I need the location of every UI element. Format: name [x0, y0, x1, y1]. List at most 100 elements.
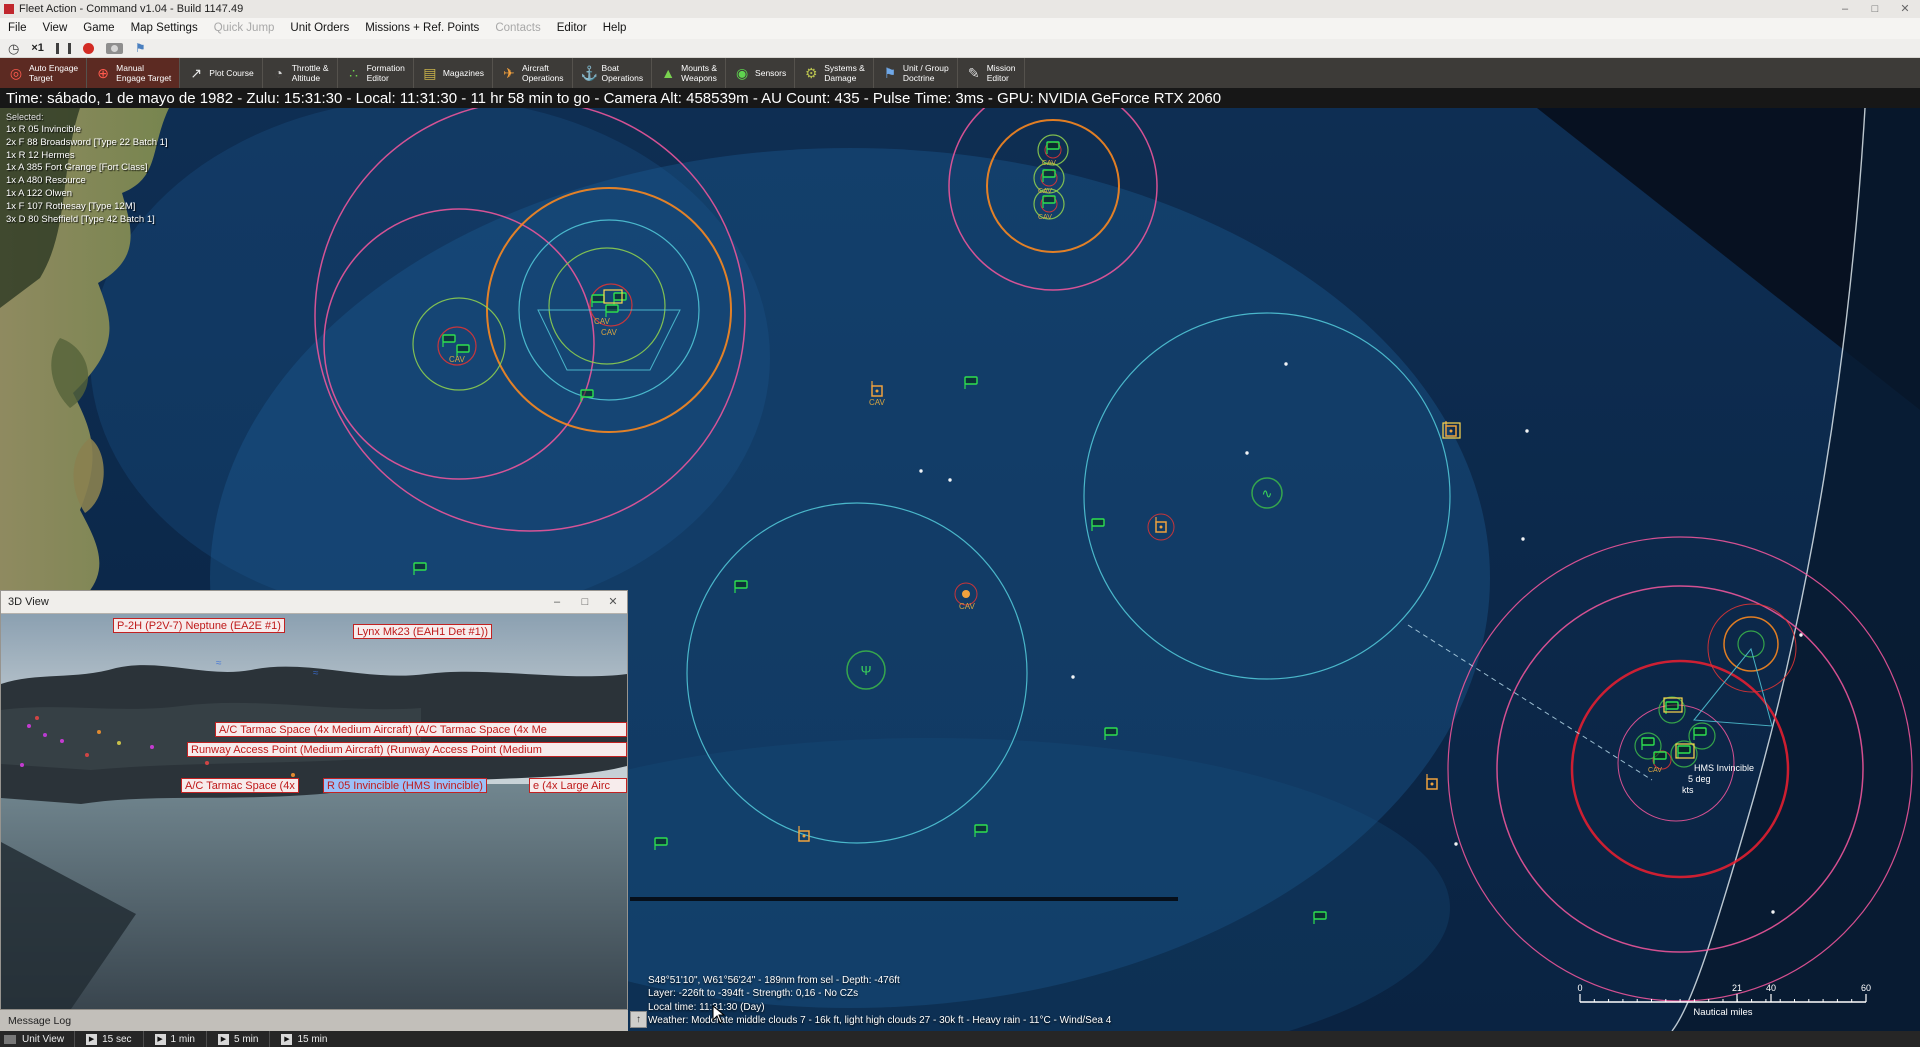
- 3d-view-titlebar[interactable]: 3D View – □ ✕: [1, 591, 627, 614]
- menu-file[interactable]: File: [0, 18, 35, 39]
- selected-item: 1x A 385 Fort Grange [Fort Class]: [6, 162, 168, 175]
- toolbar-mounts-weapons[interactable]: ▲Mounts &Weapons: [652, 58, 726, 88]
- air-contact-dot[interactable]: [1521, 537, 1524, 540]
- svg-text:≈: ≈: [313, 668, 319, 679]
- toolbar-label: FormationEditor: [367, 63, 405, 83]
- air-contact-dot[interactable]: [1799, 633, 1802, 636]
- time-step-15-sec[interactable]: ▶15 sec: [74, 1031, 142, 1047]
- magazines-icon: ▤: [422, 65, 438, 82]
- throttle-altitude-icon: ◔: [271, 65, 287, 81]
- 3d-maximize-button[interactable]: □: [571, 591, 599, 613]
- toolbar-auto-engage-target[interactable]: ◎Auto EngageTarget: [0, 58, 87, 88]
- view-mode-icon[interactable]: [4, 1035, 16, 1044]
- toolbar-label: MissionEditor: [987, 63, 1016, 83]
- time-step-label: 1 min: [171, 1034, 195, 1045]
- toolbar-mission-editor[interactable]: ✎MissionEditor: [958, 58, 1025, 88]
- message-log-panel[interactable]: Message Log: [0, 1009, 628, 1031]
- toolbar-systems-damage[interactable]: ⚙Systems &Damage: [795, 58, 874, 88]
- unknown-contact[interactable]: [962, 590, 970, 598]
- toolbar-aircraft-operations[interactable]: ✈AircraftOperations: [493, 58, 573, 88]
- close-button[interactable]: ✕: [1890, 0, 1920, 18]
- toolbar-formation-editor[interactable]: ∴FormationEditor: [338, 58, 414, 88]
- 3d-minimize-button[interactable]: –: [543, 591, 571, 613]
- 3d-object-label[interactable]: A/C Tarmac Space (4x: [181, 778, 299, 793]
- minimize-button[interactable]: –: [1830, 0, 1860, 18]
- 3d-close-button[interactable]: ✕: [599, 591, 627, 613]
- toolbar-sensors[interactable]: ◉Sensors: [726, 58, 795, 88]
- toolbar-throttle-altitude[interactable]: ◔Throttle &Altitude: [263, 58, 338, 88]
- menu-editor[interactable]: Editor: [549, 18, 595, 39]
- air-contact-dot[interactable]: [1454, 842, 1457, 845]
- air-contact-dot[interactable]: [1071, 675, 1074, 678]
- map-label: HMS Invincible: [1694, 763, 1754, 773]
- map-cursor-status: S48°51'10", W61°56'24" - 189nm from sel …: [648, 974, 1111, 1028]
- systems-damage-icon: ⚙: [803, 65, 819, 82]
- aircraft-operations-icon: ✈: [501, 65, 517, 82]
- air-contact-dot[interactable]: [919, 469, 922, 472]
- air-contact-dot[interactable]: [948, 478, 951, 481]
- 3d-object-label[interactable]: e (4x Large Airc: [529, 778, 627, 793]
- play-icon: ▶: [86, 1034, 97, 1045]
- air-contact-dot[interactable]: [1525, 429, 1528, 432]
- toolbar-label: ManualEngage Target: [116, 63, 171, 83]
- menu-game[interactable]: Game: [75, 18, 122, 39]
- toolbar-unit-group-doctrine[interactable]: ⚑Unit / GroupDoctrine: [874, 58, 958, 88]
- play-icon: ▶: [281, 1034, 292, 1045]
- time-step-15-min[interactable]: ▶15 min: [269, 1031, 338, 1047]
- map-label: CAV: [959, 602, 976, 611]
- sonar-symbol[interactable]: Ψ: [861, 663, 872, 678]
- selected-list: 1x R 05 Invincible2x F 88 Broadsword [Ty…: [6, 124, 168, 226]
- 3d-object-label[interactable]: R 05 Invincible (HMS Invincible): [323, 778, 487, 793]
- toolbar-boat-operations[interactable]: ⚓BoatOperations: [573, 58, 653, 88]
- selected-item: 1x A 122 Olwen: [6, 188, 168, 201]
- maximize-button[interactable]: □: [1860, 0, 1890, 18]
- toolbar-label: Plot Course: [209, 68, 253, 78]
- record-icon[interactable]: [83, 43, 94, 54]
- toolbar-label: BoatOperations: [602, 63, 644, 83]
- 3d-object-label[interactable]: Runway Access Point (Medium Aircraft) (R…: [187, 742, 627, 757]
- main-toolbar: ◎Auto EngageTarget⊕ManualEngage Target ↗ P…: [0, 58, 1920, 88]
- pause-icon[interactable]: [56, 43, 71, 54]
- auto-engage-target-icon: ◎: [8, 65, 24, 82]
- toolbar-magazines[interactable]: ▤Magazines: [414, 58, 493, 88]
- selected-header: Selected:: [6, 112, 168, 122]
- air-contact-dot[interactable]: [1771, 910, 1774, 913]
- toolbar-manual-engage-target[interactable]: ⊕ManualEngage Target: [87, 58, 180, 88]
- plot-course-icon: ↗: [188, 65, 204, 82]
- 3d-view-content[interactable]: ≈ ≈ P-2H (P2V-7) Neptune (EA2E #1) Lynx M…: [1, 614, 627, 1009]
- 3d-object-label[interactable]: A/C Tarmac Space (4x Medium Aircraft) (A…: [215, 722, 627, 737]
- menu-help[interactable]: Help: [595, 18, 635, 39]
- window-title: Fleet Action - Command v1.04 - Build 114…: [19, 3, 243, 15]
- scale-tick-label: 0: [1577, 983, 1582, 993]
- flag-icon[interactable]: ⚑: [135, 42, 146, 54]
- menu-missions-ref-points[interactable]: Missions + Ref. Points: [357, 18, 487, 39]
- air-contact-dot[interactable]: [1284, 362, 1287, 365]
- time-step-5-min[interactable]: ▶5 min: [206, 1031, 269, 1047]
- app-icon: [4, 4, 14, 14]
- unit-group-doctrine-icon: ⚑: [882, 65, 898, 82]
- camera-icon[interactable]: [106, 43, 123, 54]
- sonar-symbol[interactable]: ∿: [1262, 486, 1273, 501]
- play-icon: ▶: [218, 1034, 229, 1045]
- toolbar-plot-course[interactable]: ↗ Plot Course: [180, 58, 262, 88]
- selected-units-overlay: Selected: 1x R 05 Invincible2x F 88 Broa…: [6, 112, 168, 226]
- 3d-object-label[interactable]: P-2H (P2V-7) Neptune (EA2E #1): [113, 618, 285, 633]
- time-status-bar: Time: sábado, 1 de mayo de 1982 - Zulu: …: [0, 88, 1920, 108]
- selected-item: 1x F 107 Rothesay [Type 12M]: [6, 201, 168, 214]
- air-contact-dot[interactable]: [1245, 451, 1248, 454]
- 3d-view-window[interactable]: 3D View – □ ✕ ≈: [0, 590, 628, 1009]
- toolbar-label: Mounts &Weapons: [681, 63, 717, 83]
- menu-unit-orders[interactable]: Unit Orders: [282, 18, 357, 39]
- menu-view[interactable]: View: [35, 18, 76, 39]
- sim-speed[interactable]: ×1: [31, 42, 44, 54]
- view-mode-label[interactable]: Unit View: [22, 1034, 74, 1045]
- menu-map-settings[interactable]: Map Settings: [123, 18, 206, 39]
- expand-up-button[interactable]: ↑: [630, 1011, 647, 1028]
- time-step-1-min[interactable]: ▶1 min: [143, 1031, 206, 1047]
- map-label: CAV: [594, 317, 611, 326]
- clock-icon[interactable]: ◷: [8, 42, 19, 55]
- 3d-terrain: ≈ ≈: [1, 614, 627, 1009]
- message-log-title: Message Log: [8, 1015, 71, 1027]
- 3d-object-label[interactable]: Lynx Mk23 (EAH1 Det #1)): [353, 624, 492, 639]
- scale-tick-label: 21: [1732, 983, 1742, 993]
